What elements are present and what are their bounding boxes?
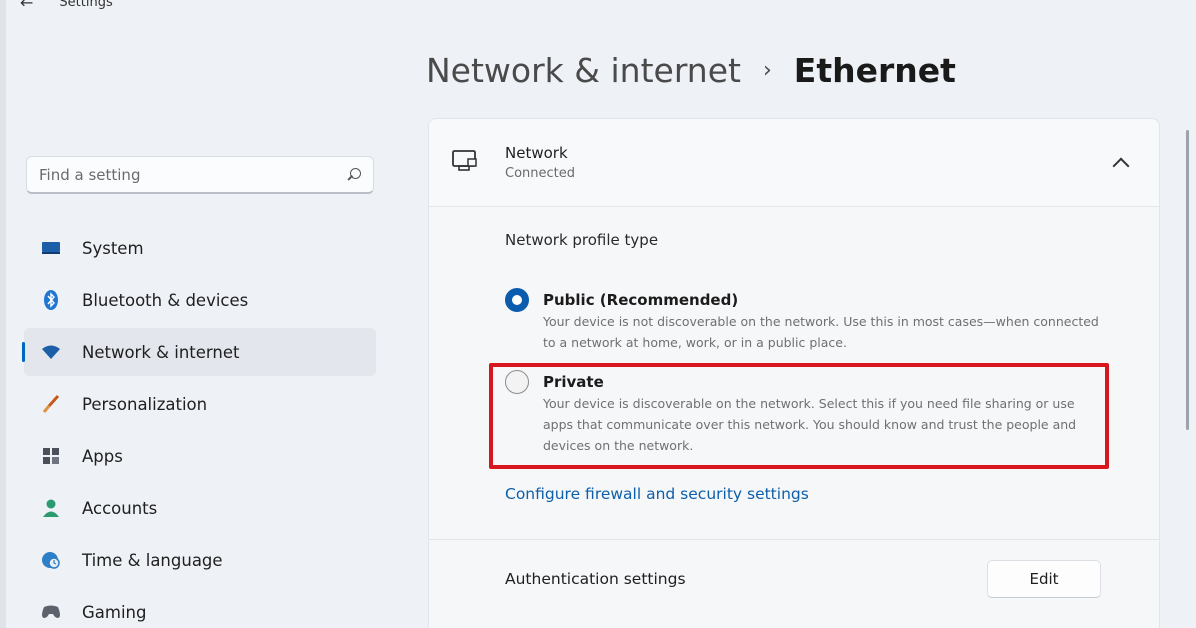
sidebar-item-time-language[interactable]: Time & language bbox=[24, 536, 376, 584]
window-edge bbox=[0, 0, 6, 628]
chevron-up-icon[interactable] bbox=[1112, 157, 1130, 174]
edit-button[interactable]: Edit bbox=[987, 559, 1101, 598]
public-option-description: Your device is not discoverable on the n… bbox=[543, 314, 1099, 350]
sidebar-item-gaming[interactable]: Gaming bbox=[24, 588, 376, 628]
network-status: Connected bbox=[505, 166, 576, 181]
apps-icon bbox=[40, 445, 62, 467]
title-bar: ← Settings bbox=[20, 0, 113, 12]
sidebar-item-label: Accounts bbox=[82, 498, 158, 518]
breadcrumb-parent[interactable]: Network & internet bbox=[426, 51, 741, 90]
sidebar-item-network[interactable]: Network & internet bbox=[22, 328, 376, 376]
brush-icon bbox=[40, 393, 62, 415]
window-title: Settings bbox=[59, 0, 113, 10]
wifi-icon bbox=[40, 341, 62, 363]
sidebar-item-label: Apps bbox=[82, 446, 123, 466]
sidebar-item-bluetooth[interactable]: Bluetooth & devices bbox=[24, 276, 376, 324]
sidebar-item-label: Bluetooth & devices bbox=[82, 290, 249, 310]
sidebar-nav: System Bluetooth & devices Network & int… bbox=[22, 224, 376, 628]
sidebar-item-personalization[interactable]: Personalization bbox=[24, 380, 376, 428]
sidebar-item-label: Network & internet bbox=[82, 342, 240, 362]
breadcrumb-separator: › bbox=[762, 57, 772, 83]
back-arrow-icon[interactable]: ← bbox=[20, 0, 33, 12]
network-title: Network bbox=[505, 144, 568, 162]
bluetooth-icon bbox=[40, 289, 62, 311]
search-icon[interactable] bbox=[347, 167, 361, 182]
private-radio[interactable] bbox=[505, 370, 529, 394]
private-option-title: Private bbox=[543, 373, 604, 391]
search-box[interactable] bbox=[26, 156, 374, 194]
search-input[interactable] bbox=[39, 165, 347, 184]
person-icon bbox=[40, 497, 62, 519]
private-option[interactable]: Private Your device is discoverable on t… bbox=[505, 370, 1103, 456]
breadcrumb: Network & internet › Ethernet bbox=[426, 48, 956, 92]
network-profile-label: Network profile type bbox=[505, 231, 659, 249]
private-option-description: Your device is discoverable on the netwo… bbox=[543, 396, 1077, 453]
network-card: Network Connected Network profile type P… bbox=[428, 118, 1160, 628]
globe-clock-icon bbox=[40, 549, 62, 571]
network-card-header[interactable]: Network Connected bbox=[429, 119, 1159, 207]
sidebar-item-label: Personalization bbox=[82, 394, 208, 414]
sidebar-item-accounts[interactable]: Accounts bbox=[24, 484, 376, 532]
public-option[interactable]: Public (Recommended) Your device is not … bbox=[505, 288, 1103, 353]
sidebar-item-label: Time & language bbox=[82, 550, 223, 570]
public-option-title: Public (Recommended) bbox=[543, 291, 739, 309]
monitor-icon bbox=[40, 237, 62, 259]
sidebar-item-label: Gaming bbox=[82, 602, 147, 622]
ethernet-monitor-icon bbox=[451, 148, 479, 178]
public-radio[interactable] bbox=[505, 288, 529, 312]
controller-icon bbox=[40, 601, 62, 623]
sidebar-item-label: System bbox=[82, 238, 144, 258]
sidebar-item-apps[interactable]: Apps bbox=[24, 432, 376, 480]
authentication-settings-row: Authentication settings Edit bbox=[429, 539, 1159, 617]
page-title: Ethernet bbox=[793, 50, 956, 90]
authentication-settings-label: Authentication settings bbox=[505, 569, 686, 588]
scrollbar[interactable] bbox=[1186, 130, 1189, 430]
firewall-settings-link[interactable]: Configure firewall and security settings bbox=[505, 485, 809, 503]
sidebar-item-system[interactable]: System bbox=[24, 224, 376, 272]
